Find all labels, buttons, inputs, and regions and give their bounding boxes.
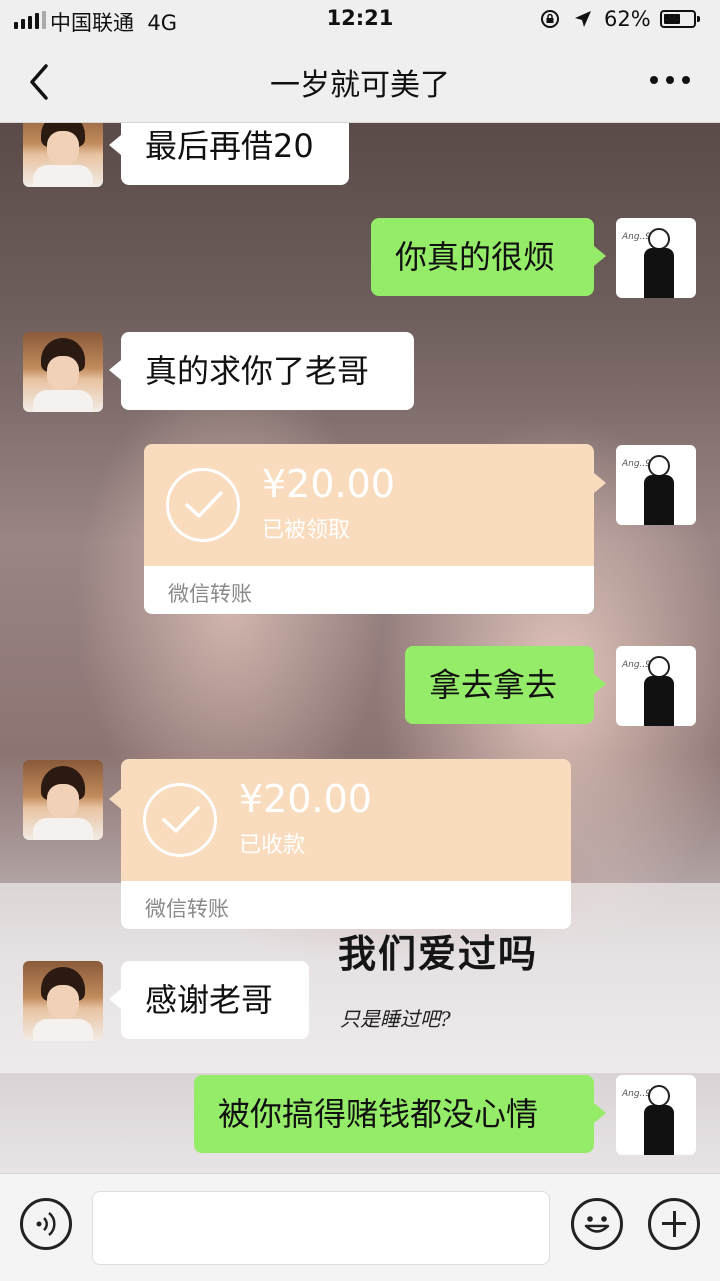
battery-percent: 62%	[604, 7, 651, 31]
battery-fill	[664, 14, 680, 24]
transfer-card[interactable]: ¥20.00 已被领取 微信转账	[144, 444, 594, 614]
avatar[interactable]: Ang..90	[616, 646, 696, 726]
battery-icon	[660, 10, 700, 28]
status-bar: 中国联通 4G 12:21 62%	[0, 0, 720, 40]
avatar[interactable]: Ang..90	[616, 218, 696, 298]
background-subcaption: 只是睡过吧?	[340, 1007, 451, 1031]
voice-icon[interactable]	[20, 1198, 72, 1250]
message-bubble[interactable]: 感谢老哥	[109, 961, 309, 1039]
avatar[interactable]	[23, 961, 103, 1041]
message-bubble[interactable]: 真的求你了老哥	[109, 332, 414, 410]
transfer-label: 微信转账	[145, 897, 229, 921]
plus-icon[interactable]	[648, 1198, 700, 1250]
emoji-icon[interactable]	[571, 1198, 623, 1250]
transfer-status: 已被领取	[262, 518, 351, 543]
message-bubble[interactable]: 你真的很烦	[371, 218, 606, 296]
chat-area[interactable]: 我们爱过吗 只是睡过吧? 最后再借20 Ang..90 你真的很烦 真的求你了老…	[0, 123, 720, 1173]
more-icon[interactable]	[650, 74, 690, 86]
avatar[interactable]	[23, 332, 103, 412]
message-input[interactable]	[92, 1191, 550, 1265]
message-bubble[interactable]: 被你搞得赌钱都没心情	[194, 1075, 606, 1153]
avatar[interactable]: Ang..90	[616, 445, 696, 525]
input-bar	[0, 1173, 720, 1281]
nav-bar: 一岁就可美了	[0, 40, 720, 123]
avatar[interactable]	[23, 123, 103, 187]
avatar[interactable]	[23, 760, 103, 840]
chat-title: 一岁就可美了	[270, 68, 450, 103]
message-bubble[interactable]: 最后再借20	[109, 123, 349, 185]
transfer-amount: ¥20.00	[239, 777, 372, 821]
check-icon	[143, 783, 217, 857]
location-icon	[575, 11, 591, 27]
avatar[interactable]: Ang..90	[616, 1075, 696, 1155]
transfer-status: 已收款	[239, 833, 306, 858]
message-bubble[interactable]: 拿去拿去	[405, 646, 606, 724]
transfer-label: 微信转账	[168, 582, 252, 606]
rotation-lock-icon	[541, 10, 559, 28]
check-icon	[166, 468, 240, 542]
transfer-card[interactable]: ¥20.00 已收款 微信转账	[121, 759, 571, 929]
background-caption: 我们爱过吗	[338, 931, 539, 976]
transfer-amount: ¥20.00	[262, 462, 395, 506]
